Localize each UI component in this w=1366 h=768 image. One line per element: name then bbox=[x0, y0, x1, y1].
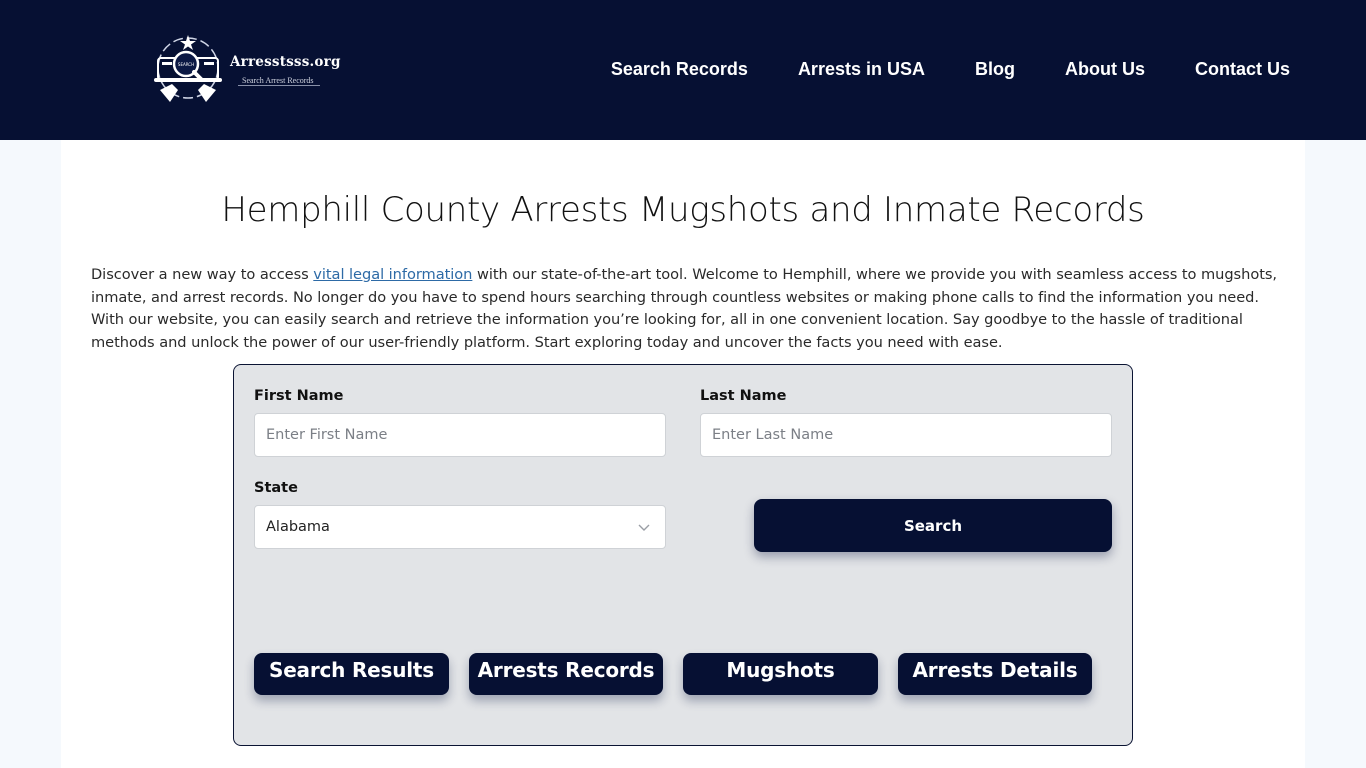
nav-arrests-in-usa[interactable]: Arrests in USA bbox=[798, 58, 925, 80]
svg-text:SEARCH: SEARCH bbox=[178, 62, 194, 67]
vital-legal-information-link[interactable]: vital legal information bbox=[313, 266, 472, 283]
state-select[interactable]: Alabama bbox=[254, 505, 666, 549]
search-results-button[interactable]: Search Results bbox=[254, 653, 449, 695]
nav-contact-us[interactable]: Contact Us bbox=[1195, 58, 1290, 80]
intro-text-start: Discover a new way to access bbox=[91, 266, 314, 283]
state-selected-value: Alabama bbox=[266, 519, 330, 535]
nav-about-us[interactable]: About Us bbox=[1065, 58, 1145, 80]
main-content: Hemphill County Arrests Mugshots and Inm… bbox=[61, 140, 1305, 768]
chevron-down-icon bbox=[638, 524, 650, 531]
main-nav: Search Records Arrests in USA Blog About… bbox=[611, 58, 1290, 80]
arrests-details-button[interactable]: Arrests Details bbox=[898, 653, 1092, 695]
last-name-label: Last Name bbox=[700, 388, 787, 404]
first-name-input[interactable] bbox=[254, 413, 666, 457]
logo-emblem-icon: SEARCH bbox=[154, 35, 222, 102]
search-button[interactable]: Search bbox=[754, 499, 1112, 552]
logo-title: Arresstsss.org bbox=[230, 54, 341, 70]
first-name-label: First Name bbox=[254, 388, 344, 404]
page-title: Hemphill County Arrests Mugshots and Inm… bbox=[221, 190, 1145, 230]
search-form-card: First Name Last Name State Alabama Searc… bbox=[233, 364, 1133, 746]
mugshots-button[interactable]: Mugshots bbox=[683, 653, 878, 695]
site-header: SEARCH Arresstsss.org Search Arrest Reco… bbox=[0, 0, 1366, 140]
logo-subtitle: Search Arrest Records bbox=[238, 76, 320, 86]
nav-search-records[interactable]: Search Records bbox=[611, 58, 748, 80]
nav-blog[interactable]: Blog bbox=[975, 58, 1015, 80]
arrests-records-button[interactable]: Arrests Records bbox=[469, 653, 663, 695]
last-name-input[interactable] bbox=[700, 413, 1112, 457]
site-logo[interactable]: SEARCH Arresstsss.org Search Arrest Reco… bbox=[150, 30, 350, 110]
intro-paragraph: Discover a new way to access vital legal… bbox=[91, 264, 1283, 354]
state-label: State bbox=[254, 480, 298, 496]
